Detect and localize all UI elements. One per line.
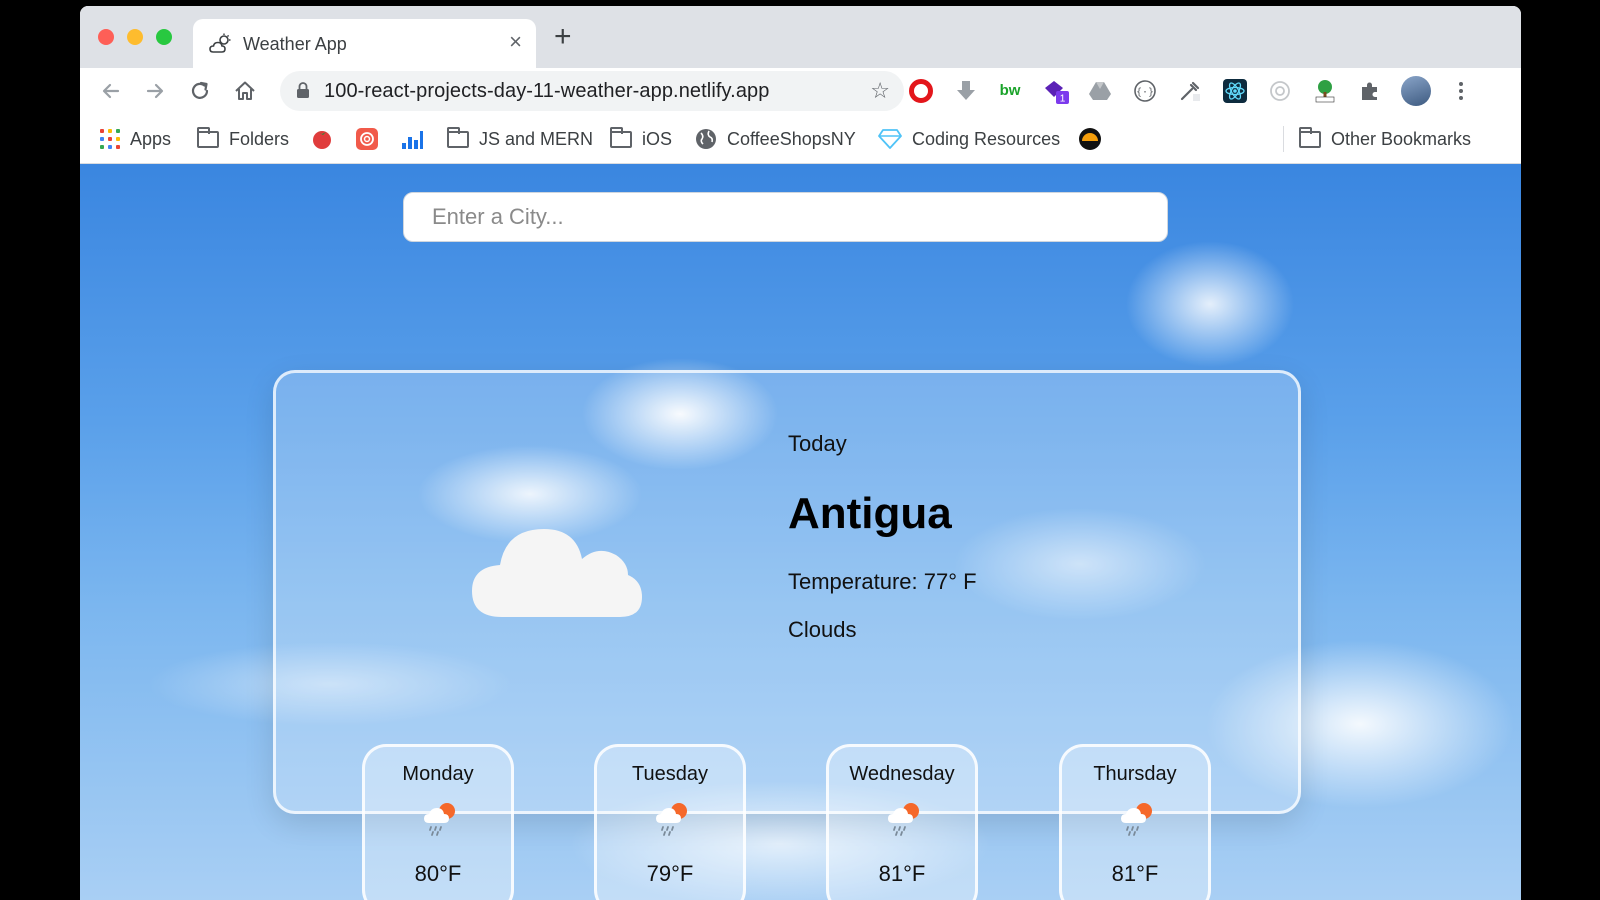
forecast-card: Thursday 81°F xyxy=(1059,744,1211,900)
bookmark-label: Other Bookmarks xyxy=(1331,128,1472,149)
bookmark-star-icon[interactable]: ☆ xyxy=(870,78,890,104)
bookmark-chart[interactable] xyxy=(400,127,424,151)
bw-extension-icon[interactable]: bw xyxy=(998,79,1022,103)
sun-cloud-icon xyxy=(209,33,231,53)
forecast-temperature: 81°F xyxy=(878,861,926,886)
code-circle-icon[interactable]: {·} xyxy=(1133,79,1157,103)
globe-icon xyxy=(696,129,716,149)
folder-icon xyxy=(1299,126,1321,148)
bookmark-label: Apps xyxy=(130,128,172,149)
bookmark-coffeeshops[interactable]: CoffeeShopsNY xyxy=(695,127,856,151)
opera-icon[interactable] xyxy=(909,79,933,103)
bar-chart-icon xyxy=(402,131,423,149)
forecast-temperature: 81°F xyxy=(1111,861,1159,886)
back-arrow-icon[interactable] xyxy=(98,78,124,104)
forecast-temperature: 80°F xyxy=(414,861,462,886)
sun-rain-cloud-icon xyxy=(424,803,455,836)
puzzle-piece-icon[interactable] xyxy=(1358,79,1382,103)
bookmark-spiral[interactable] xyxy=(355,127,379,151)
download-arrow-icon[interactable] xyxy=(954,79,978,103)
bookmark-ios[interactable]: iOS xyxy=(610,126,673,151)
bookmarks-divider xyxy=(1283,126,1284,152)
forecast-day: Monday xyxy=(402,763,474,785)
bookmark-circle-logo[interactable] xyxy=(1078,127,1102,151)
browser-window: Weather App × + 100-react-projects-day-1… xyxy=(80,6,1521,900)
forecast-card: Tuesday 79°F xyxy=(594,744,746,900)
html-tree-icon[interactable] xyxy=(1313,79,1337,103)
bookmark-label: Coding Resources xyxy=(912,128,1061,149)
menu-kebab-icon[interactable] xyxy=(1449,79,1473,103)
close-window-button[interactable] xyxy=(98,29,114,45)
current-temperature: Temperature: 77° F xyxy=(788,569,977,594)
minimize-window-button[interactable] xyxy=(127,29,143,45)
forecast-day: Thursday xyxy=(1093,763,1177,785)
lock-icon xyxy=(297,82,309,98)
tab-title: Weather App xyxy=(243,34,347,54)
new-tab-button[interactable]: + xyxy=(554,22,572,52)
purple-gem-icon[interactable]: 1 xyxy=(1043,79,1069,105)
bookmark-apps[interactable]: Apps xyxy=(100,127,171,151)
bookmark-folders[interactable]: Folders xyxy=(197,126,290,151)
apps-grid-icon xyxy=(100,129,120,149)
sun-rain-cloud-icon xyxy=(656,803,687,836)
forecast-day: Wednesday xyxy=(849,763,955,785)
spiral-icon xyxy=(356,128,378,150)
close-tab-icon[interactable]: × xyxy=(509,30,522,54)
profile-avatar[interactable] xyxy=(1401,76,1431,106)
home-icon[interactable] xyxy=(232,78,258,104)
url-text: 100-react-projects-day-11-weather-app.ne… xyxy=(324,80,770,102)
sun-rain-cloud-icon xyxy=(888,803,919,836)
bookmark-label: CoffeeShopsNY xyxy=(727,128,856,149)
bookmark-label: Folders xyxy=(229,128,290,149)
bookmark-label: JS and MERN xyxy=(479,128,594,149)
folder-icon xyxy=(447,126,469,148)
bookmark-label: iOS xyxy=(642,128,673,149)
city-name: Antigua xyxy=(788,489,952,538)
drive-icon[interactable] xyxy=(1088,79,1112,103)
bookmark-tomato[interactable] xyxy=(310,127,334,151)
tomato-icon xyxy=(313,131,331,149)
forecast-card: Wednesday 81°F xyxy=(826,744,978,900)
bookmark-js-mern[interactable]: JS and MERN xyxy=(447,126,594,151)
address-bar[interactable]: 100-react-projects-day-11-weather-app.ne… xyxy=(280,71,904,111)
svg-text:{·}: {·} xyxy=(1136,87,1154,98)
forecast-card: Monday 80°F xyxy=(362,744,514,900)
forecast-temperature: 79°F xyxy=(646,861,694,886)
forecast-day: Tuesday xyxy=(632,763,708,785)
weather-description: Clouds xyxy=(788,617,857,642)
eyedropper-icon[interactable] xyxy=(1178,79,1202,103)
bookmark-coding-resources[interactable]: Coding Resources xyxy=(878,127,1060,151)
bookmark-other[interactable]: Other Bookmarks xyxy=(1299,126,1472,151)
forward-arrow-icon[interactable] xyxy=(142,78,168,104)
target-circle-icon[interactable] xyxy=(1268,79,1292,103)
city-search-input[interactable] xyxy=(403,192,1168,242)
reload-icon[interactable] xyxy=(187,78,213,104)
react-icon[interactable] xyxy=(1223,79,1247,103)
folder-icon xyxy=(610,126,632,148)
bookmarks-bar: Apps Folders JS and MERN iOS CoffeeShops… xyxy=(80,114,1521,164)
weather-app-page: Today Antigua Temperature: 77° F Clouds … xyxy=(80,164,1521,900)
sun-rain-cloud-icon xyxy=(1121,803,1152,836)
browser-toolbar: 100-react-projects-day-11-weather-app.ne… xyxy=(80,68,1521,114)
day-label: Today xyxy=(788,431,847,456)
tab-strip: Weather App × + xyxy=(80,6,1521,68)
diamond-icon xyxy=(878,129,902,149)
circle-logo-icon xyxy=(1079,128,1101,150)
cloud-icon xyxy=(472,529,642,617)
tab-weather-app[interactable]: Weather App × xyxy=(193,19,536,68)
folder-icon xyxy=(197,126,219,148)
extension-badge: 1 xyxy=(1060,94,1066,105)
maximize-window-button[interactable] xyxy=(156,29,172,45)
